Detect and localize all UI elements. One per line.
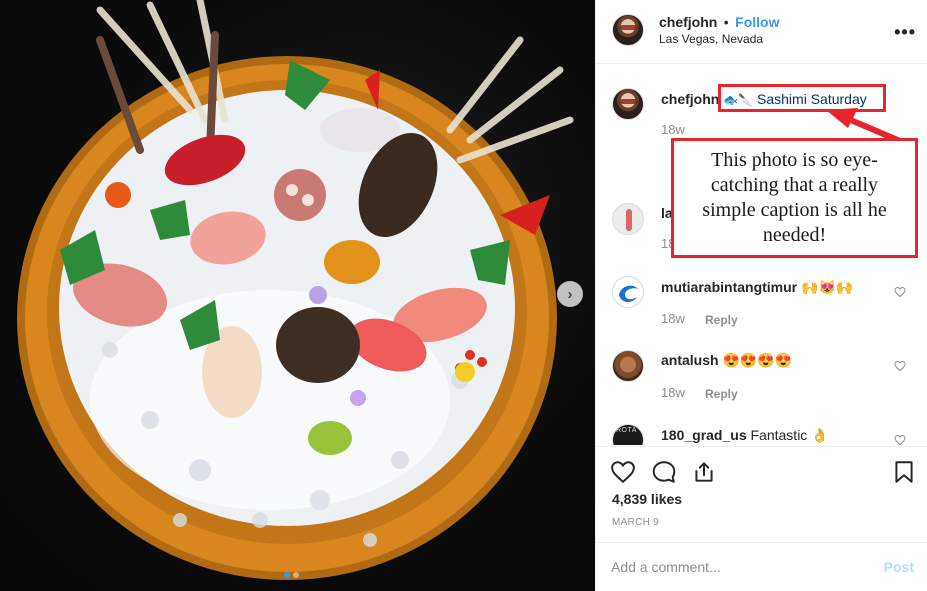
commenter-username[interactable]: mutiarabintangtimur: [661, 279, 797, 295]
more-options-icon[interactable]: •••: [894, 22, 916, 43]
sashimi-platter-image: [17, 0, 574, 580]
commenter-username[interactable]: antalush: [661, 352, 719, 368]
post-date[interactable]: MARCH 9: [612, 517, 659, 528]
carousel-dot-active: [284, 572, 290, 578]
reply-button[interactable]: Reply: [705, 387, 738, 401]
reply-button[interactable]: Reply: [705, 313, 738, 327]
carousel-dot: [293, 572, 299, 578]
follow-button[interactable]: Follow: [735, 14, 779, 30]
commenter-avatar[interactable]: [612, 276, 644, 308]
annotation-note: This photo is so eye-catching that a rea…: [671, 138, 918, 258]
like-comment-heart-icon[interactable]: [894, 286, 906, 298]
add-comment-input[interactable]: [611, 557, 861, 577]
author-avatar[interactable]: [612, 14, 644, 46]
comment-bubble-icon[interactable]: [651, 459, 677, 485]
carousel-indicator: [284, 572, 299, 578]
carousel-next-button[interactable]: ›: [557, 281, 583, 307]
post-actions: 4,839 likes MARCH 9: [596, 446, 927, 542]
comment-text: mutiarabintangtimur 🙌😻🙌: [661, 278, 853, 296]
post-comment-button[interactable]: Post: [884, 559, 914, 575]
like-comment-heart-icon[interactable]: [894, 434, 906, 445]
commenter-avatar[interactable]: [612, 203, 644, 235]
swirl-logo-icon: [619, 285, 638, 303]
author-username[interactable]: chefjohn: [659, 14, 717, 30]
share-icon[interactable]: [691, 459, 717, 485]
post-photo[interactable]: ›: [0, 0, 595, 591]
save-bookmark-icon[interactable]: [891, 459, 917, 485]
commenter-username[interactable]: 180_grad_us: [661, 427, 747, 443]
commenter-avatar[interactable]: [612, 424, 644, 445]
like-comment-heart-icon[interactable]: [894, 360, 906, 372]
comment-time[interactable]: 18w: [661, 385, 685, 400]
author-line: chefjohn • Follow: [659, 14, 779, 32]
caption-time[interactable]: 18w: [661, 122, 685, 137]
caption-highlight-box: [718, 84, 886, 112]
add-comment-bar: Post: [596, 542, 927, 591]
separator-dot: •: [723, 14, 729, 30]
comment-text: 180_grad_us Fantastic 👌: [661, 426, 829, 444]
comment-time[interactable]: 18w: [661, 311, 685, 326]
comment-body: Fantastic 👌: [750, 427, 829, 443]
post-header: chefjohn • Follow Las Vegas, Nevada •••: [596, 0, 927, 64]
post-location[interactable]: Las Vegas, Nevada: [659, 32, 763, 46]
like-heart-icon[interactable]: [610, 459, 636, 485]
comment-text: antalush 😍😍😍😍: [661, 351, 792, 369]
caption-username[interactable]: chefjohn: [661, 91, 719, 107]
caption-avatar[interactable]: [612, 88, 644, 120]
comment-body: 😍😍😍😍: [722, 352, 793, 368]
comment-body: 🙌😻🙌: [801, 279, 854, 295]
likes-count[interactable]: 4,839 likes: [612, 491, 682, 507]
commenter-avatar[interactable]: [612, 350, 644, 382]
